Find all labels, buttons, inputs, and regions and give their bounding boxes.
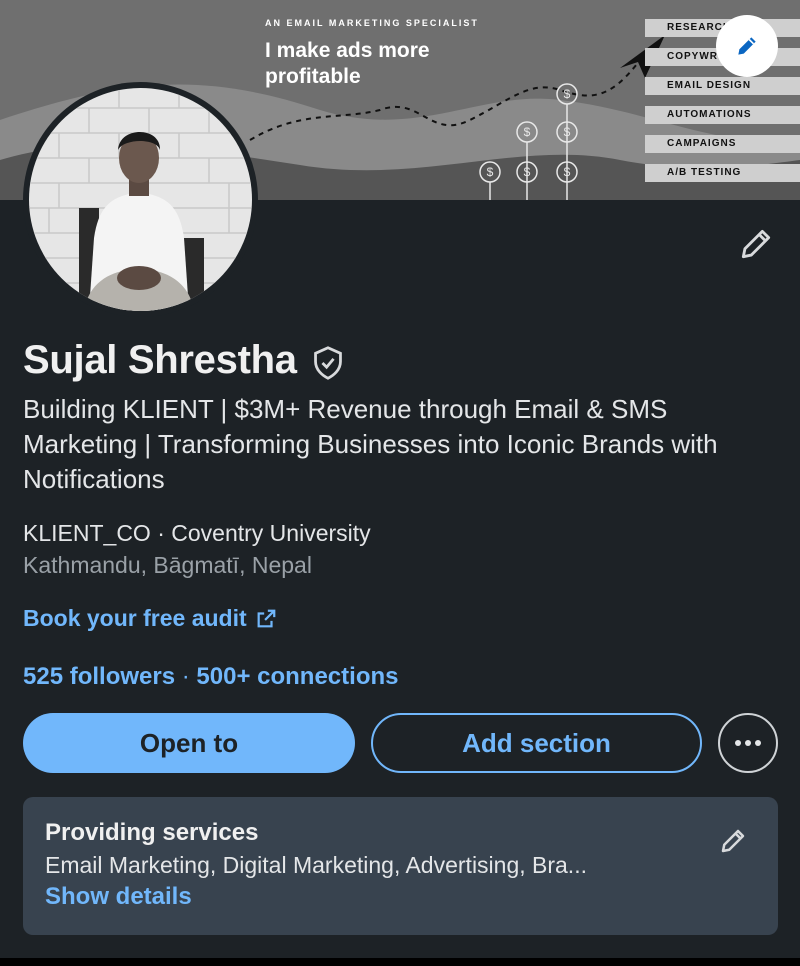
banner-headline: I make ads more profitable xyxy=(265,38,430,90)
banner-tagline: AN EMAIL MARKETING SPECIALIST xyxy=(265,18,479,28)
banner-skill: A/B TESTING xyxy=(645,164,800,182)
svg-text:$: $ xyxy=(524,165,531,179)
pencil-icon xyxy=(738,37,756,55)
custom-link[interactable]: Book your free audit xyxy=(23,605,277,632)
edit-profile-button[interactable] xyxy=(734,222,778,266)
more-actions-button[interactable] xyxy=(718,713,778,773)
svg-text:$: $ xyxy=(564,125,571,139)
profile-name: Sujal Shrestha xyxy=(23,338,297,382)
followers-link[interactable]: 525 followers xyxy=(23,663,175,690)
connections-link[interactable]: 500+ connections xyxy=(196,663,398,690)
profile-headline: Building KLIENT | $3M+ Revenue through E… xyxy=(23,394,718,494)
avatar xyxy=(29,88,252,311)
profile-location: Kathmandu, Bāgmatī, Nepal xyxy=(23,552,312,578)
services-card: Providing services Email Marketing, Digi… xyxy=(23,797,778,935)
verified-shield-icon[interactable] xyxy=(311,345,345,381)
banner-headline-line-2: profitable xyxy=(265,65,361,88)
svg-text:$: $ xyxy=(487,165,494,179)
edit-banner-button[interactable] xyxy=(716,15,778,77)
svg-text:$: $ xyxy=(564,165,571,179)
svg-text:$: $ xyxy=(564,87,571,101)
custom-link-label: Book your free audit xyxy=(23,605,247,631)
profile-name-row: Sujal Shrestha xyxy=(23,338,345,383)
banner-headline-line-1: I make ads more xyxy=(265,39,430,62)
profile-photo[interactable] xyxy=(23,82,258,317)
banner-skill: CAMPAIGNS xyxy=(645,135,800,153)
open-to-button[interactable]: Open to xyxy=(23,713,355,773)
banner-skill: EMAIL DESIGN xyxy=(645,77,800,95)
profile-company[interactable]: KLIENT_CO · Coventry University xyxy=(23,520,371,547)
pencil-icon xyxy=(741,229,771,259)
services-list: Email Marketing, Digital Marketing, Adve… xyxy=(45,852,587,878)
network-stats: 525 followers · 500+ connections xyxy=(23,663,398,691)
network-separator: · xyxy=(181,663,190,690)
profile-page: $ $ $ $ $ $ AN EMAIL MARKETING SPECIALIST I … xyxy=(0,0,800,958)
pencil-icon xyxy=(721,829,745,853)
show-details-link[interactable]: Show details xyxy=(45,883,192,911)
banner-skill: AUTOMATIONS xyxy=(645,106,800,124)
edit-services-button[interactable] xyxy=(713,821,753,861)
more-horizontal-icon xyxy=(735,740,761,746)
services-title: Providing services xyxy=(45,819,259,846)
svg-text:$: $ xyxy=(524,125,531,139)
add-section-button[interactable]: Add section xyxy=(371,713,702,773)
external-link-icon xyxy=(257,609,276,627)
